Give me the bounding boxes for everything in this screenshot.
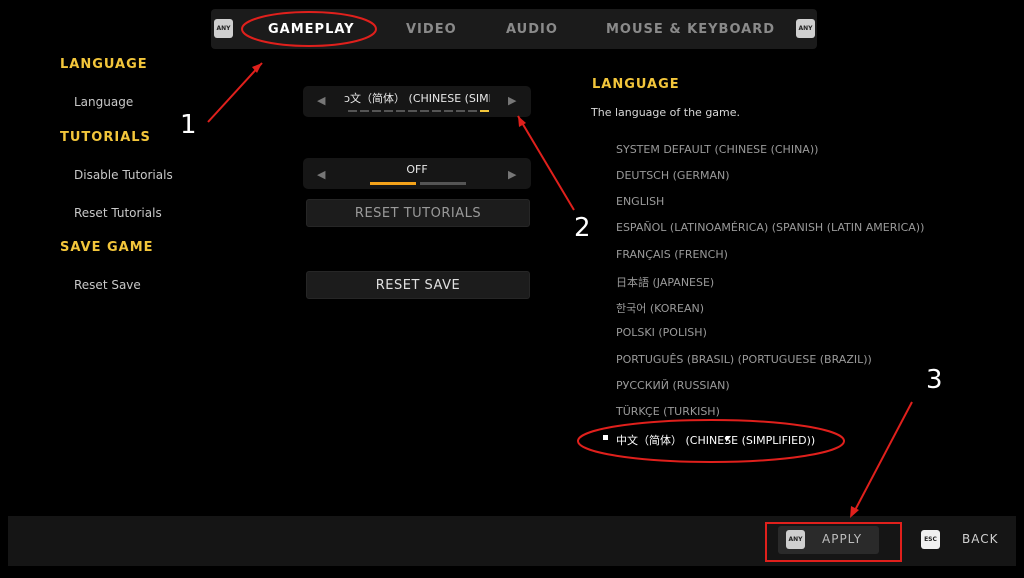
annotation-label-3: 3 <box>926 365 943 395</box>
annotation-arrow-2 <box>517 115 575 211</box>
annotation-ellipse-gameplay <box>241 11 377 47</box>
annotation-box-apply <box>765 522 902 562</box>
annotation-arrowhead-2 <box>518 116 526 127</box>
annotation-ellipse-selected <box>577 419 845 463</box>
annotation-label-2: 2 <box>574 213 591 243</box>
annotation-arrowhead-3 <box>850 506 859 518</box>
annotation-arrow-3 <box>852 401 913 515</box>
annotation-arrow-1 <box>207 62 263 123</box>
annotation-overlay <box>207 11 913 562</box>
annotation-label-1: 1 <box>180 110 197 140</box>
